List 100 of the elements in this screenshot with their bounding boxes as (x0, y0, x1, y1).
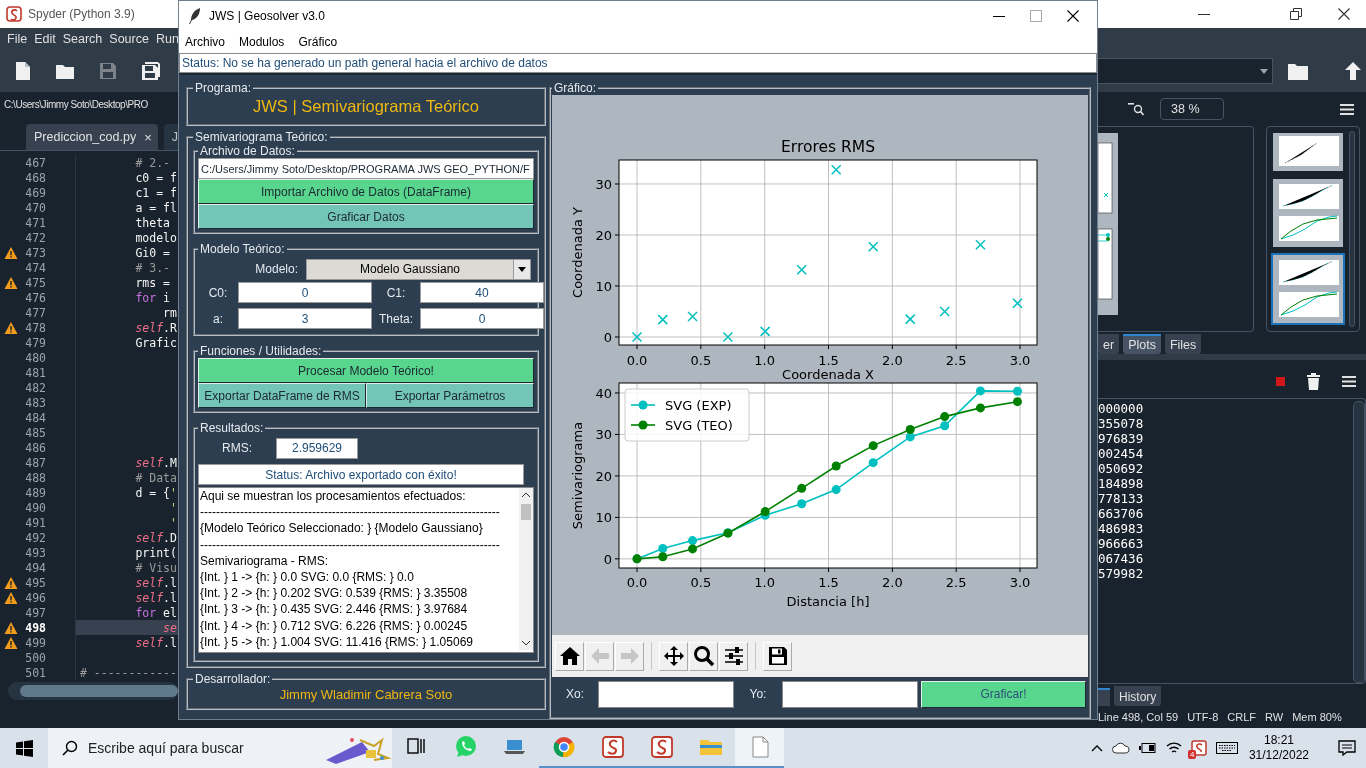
console-tab[interactable] (1098, 688, 1110, 706)
toolbar-button[interactable] (659, 641, 688, 671)
chevron-up-icon[interactable] (1090, 744, 1103, 752)
line-number: 469 (24, 185, 46, 200)
menu-item[interactable]: File (7, 32, 28, 46)
tick-label: 20 (595, 228, 612, 243)
stop-icon[interactable] (1276, 376, 1285, 386)
folder-icon[interactable] (1287, 61, 1309, 81)
tick-label: 30 (595, 176, 612, 192)
status-field: Status: Archivo exportado con éxito! (198, 464, 524, 485)
battery-icon[interactable] (1138, 742, 1157, 754)
input-field[interactable]: 0 (238, 282, 372, 303)
search-field[interactable]: Escribe aquí para buscar (48, 728, 392, 768)
line-number: 493 (24, 545, 46, 560)
menu-item[interactable]: Edit (34, 32, 56, 46)
data-point (1012, 298, 1023, 309)
close-icon[interactable] (1338, 8, 1350, 20)
model-combobox[interactable]: Modelo Gaussiano (306, 258, 531, 280)
console-tab[interactable]: History (1114, 686, 1162, 706)
clock-date[interactable]: 31/12/2022 (1248, 748, 1309, 763)
code-text: self.l (135, 635, 177, 650)
trash-icon[interactable] (1307, 372, 1320, 390)
path-field[interactable]: C:/Users/Jimmy Soto/Desktop/PROGRAMA JWS GEO_PYTHON/F (198, 158, 534, 179)
code-text: # ------------ (80, 665, 177, 680)
pane-tab[interactable]: Files (1164, 334, 1202, 354)
menu-item[interactable]: Archivo (185, 35, 225, 49)
plot-thumbnail[interactable] (1271, 177, 1345, 249)
up-arrow-icon[interactable] (1345, 62, 1361, 80)
scrollbar[interactable] (519, 488, 533, 650)
action-button[interactable]: Graficar! (921, 680, 1086, 708)
tick-label: 0.0 (626, 353, 648, 368)
toolbar-button[interactable] (555, 641, 584, 671)
menu-icon[interactable] (1340, 103, 1354, 115)
code-text: Grafic (135, 335, 177, 350)
input-field[interactable]: 40 (420, 282, 544, 303)
tick-label: 1.5 (818, 575, 839, 590)
action-button[interactable]: Graficar Datos (198, 204, 534, 229)
frame-label: Modelo Teórico: (199, 242, 286, 256)
editor-tab[interactable]: Prediccion_cod.py × (26, 124, 158, 150)
menu-item[interactable]: Search (62, 32, 103, 46)
taskbar-button[interactable] (735, 728, 784, 768)
input-field[interactable] (782, 680, 918, 708)
field-label: Yo: (748, 687, 768, 701)
data-point (868, 441, 878, 451)
save-all-icon[interactable] (140, 60, 162, 82)
scrollbar[interactable] (1349, 131, 1355, 327)
action-button[interactable]: Procesar Modelo Teórico! (198, 358, 534, 383)
field-label: C1: (385, 285, 407, 300)
pane-tab[interactable]: Plots (1123, 334, 1161, 354)
pane-tab[interactable]: er (1098, 334, 1120, 354)
scrollbar[interactable] (1353, 401, 1365, 683)
line-number: 477 (24, 305, 46, 320)
action-button[interactable]: Importar Archivo de Datos (DataFrame) (198, 179, 534, 204)
menu-item[interactable]: Gráfico (298, 35, 338, 49)
scrollbar[interactable] (8, 682, 178, 700)
input-field[interactable] (598, 680, 734, 708)
menu-item[interactable]: Run (155, 32, 178, 46)
plot-thumbnail[interactable] (1271, 131, 1345, 173)
toolbar-button[interactable] (689, 641, 718, 671)
toolbar-button[interactable] (763, 641, 792, 671)
close-icon[interactable] (1067, 10, 1079, 22)
clock-time[interactable]: 18:21 (1263, 733, 1294, 748)
plot-thumbnail[interactable] (1271, 253, 1345, 325)
line-number: 495 (24, 575, 46, 590)
notification-icon[interactable] (1338, 740, 1356, 756)
data-point (1012, 397, 1022, 407)
axis-label: Semivariograma (570, 421, 585, 530)
axis-label: Distancia [h] (786, 594, 870, 609)
zoom-field[interactable]: 38 % (1160, 98, 1224, 120)
tick-label: 0.5 (690, 575, 712, 590)
app-icon[interactable] (1190, 740, 1207, 756)
code-text: self.M (135, 455, 177, 470)
log-line: --------------------------------------------------------------------------- (200, 536, 500, 553)
restore-icon[interactable] (1290, 8, 1302, 20)
console-line: 184898 (1098, 476, 1145, 491)
editor-tab[interactable]: J (163, 124, 178, 150)
close-button[interactable]: × (144, 129, 152, 145)
line-number: 471 (24, 215, 46, 230)
tick-label: 1.0 (754, 575, 775, 590)
code-text: self.l (135, 590, 177, 605)
line-number: 487 (24, 455, 46, 470)
line-number: 488 (24, 470, 46, 485)
menu-icon[interactable] (1342, 375, 1356, 387)
toolbar-button[interactable] (719, 641, 748, 671)
line-number: 467 (24, 155, 46, 170)
code-text: ' (170, 500, 177, 515)
log-line: {Int. } 3 -> {h: } 0.435 SVG: 2.446 {RMS: } 3.97684 (200, 601, 468, 618)
cloud-icon[interactable] (1111, 742, 1130, 754)
keyboard-icon[interactable] (1215, 742, 1238, 754)
tick-label: 30 (595, 427, 612, 443)
input-field[interactable]: 3 (238, 308, 372, 329)
menu-item[interactable]: Modulos (239, 35, 285, 49)
wifi-icon[interactable] (1165, 741, 1182, 755)
data-point (831, 485, 841, 495)
action-button[interactable]: Exportar Parámetros (366, 383, 534, 408)
action-button[interactable]: Exportar DataFrame de RMS (198, 383, 366, 408)
zoom-out-icon[interactable] (1128, 102, 1144, 116)
menu-item[interactable]: Source (109, 32, 149, 46)
save-icon (766, 645, 789, 667)
input-field[interactable]: 0 (420, 308, 544, 329)
